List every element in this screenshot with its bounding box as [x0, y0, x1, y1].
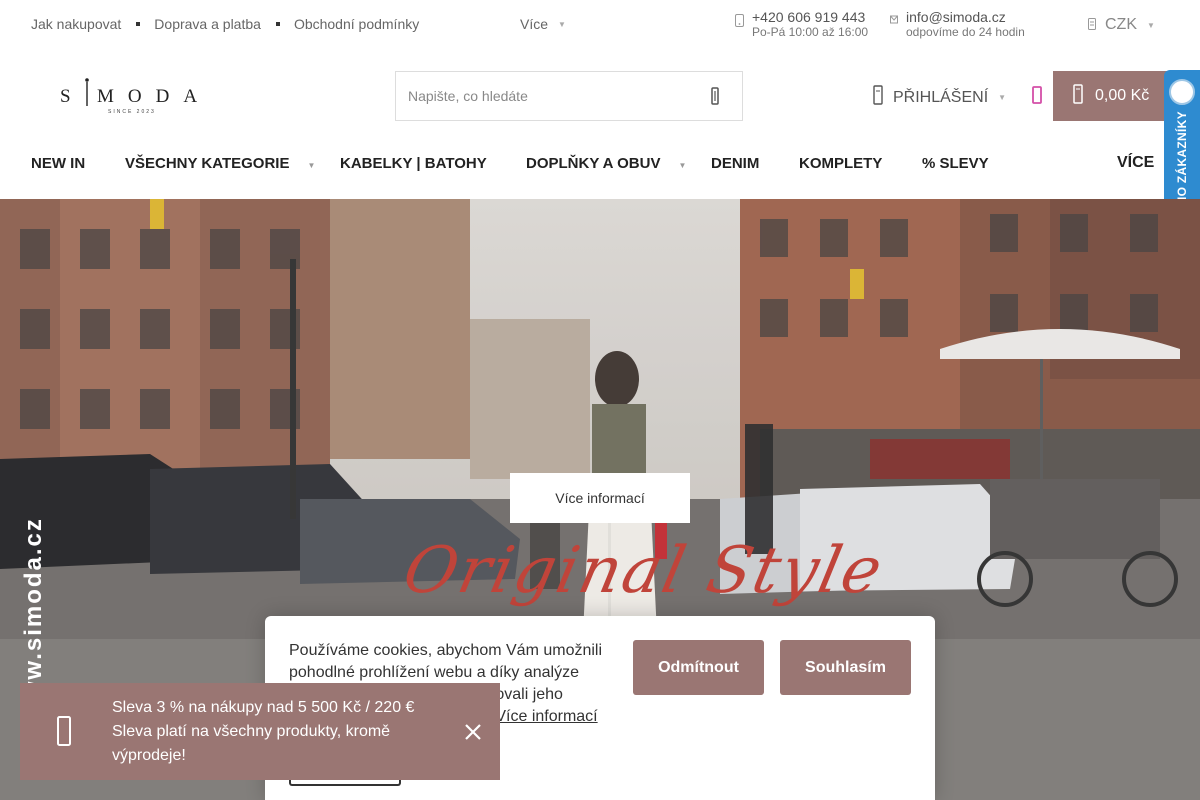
nav-item-sale[interactable]: % SLEVY: [922, 155, 989, 172]
top-link-shipping-payment[interactable]: Doprava a platba: [154, 16, 261, 32]
nav-item-label: KOMPLETY: [799, 155, 883, 172]
mail-icon: [890, 14, 898, 28]
top-more-label: Více: [520, 16, 549, 32]
discount-line-1: Sleva 3 % na nákupy nad 5 500 Kč / 220 €: [112, 699, 415, 716]
wishlist-icon[interactable]: [1030, 85, 1044, 110]
search-input[interactable]: [396, 72, 686, 120]
cart-total: 0,00 Kč: [1095, 87, 1150, 104]
top-link-terms[interactable]: Obchodní podmínky: [294, 16, 419, 32]
phone-hours: Po-Pá 10:00 až 16:00: [752, 25, 869, 39]
nav-item-sets[interactable]: KOMPLETY: [799, 155, 882, 172]
top-link-how-to-shop[interactable]: Jak nakupovat: [31, 16, 121, 32]
nav-item-label: KABELKY | BATOHY: [340, 155, 487, 172]
chevron-down-icon: ▼: [558, 19, 566, 29]
email-address[interactable]: info@simoda.cz: [906, 10, 1025, 25]
cart-icon: [1073, 83, 1083, 109]
main-navigation: NEW IN VŠECHNY KATEGORIE ▼ KABELKY | BATO…: [0, 140, 1200, 184]
nav-item-label: % SLEVY: [922, 155, 989, 172]
user-icon: [873, 85, 883, 110]
cart-button[interactable]: 0,00 Kč: [1053, 71, 1173, 121]
nav-item-all-categories[interactable]: VŠECHNY KATEGORIE ▼: [125, 155, 315, 172]
top-more-menu[interactable]: Více ▼: [520, 16, 566, 32]
nav-item-label: DOPLŇKY A OBUV: [526, 155, 661, 172]
link-separator: [136, 22, 141, 26]
search-icon[interactable]: [706, 87, 724, 105]
nav-item-label: DENIM: [711, 155, 760, 172]
top-links: Jak nakupovat Doprava a platba Obchodní …: [31, 16, 419, 32]
chevron-down-icon: ▼: [1147, 20, 1155, 30]
nav-more-button[interactable]: VÍCE: [1117, 154, 1154, 172]
nav-item-label: NEW IN: [31, 155, 86, 172]
phone-number[interactable]: +420 606 919 443: [752, 10, 868, 25]
svg-text:MODA: MODA: [97, 86, 205, 107]
search-box: [395, 71, 743, 121]
nav-item-new-in[interactable]: NEW IN: [31, 155, 85, 172]
close-icon[interactable]: [464, 723, 482, 741]
email-note: odpovíme do 24 hodin: [906, 25, 1025, 39]
phone-contact[interactable]: +420 606 919 443 Po-Pá 10:00 až 16:00: [735, 10, 868, 40]
chevron-down-icon: ▼: [678, 161, 687, 170]
gift-icon: [50, 713, 78, 749]
link-separator: [275, 22, 280, 26]
svg-text:SINCE 2023: SINCE 2023: [108, 109, 156, 115]
simoda-logo[interactable]: S MODA SINCE 2023: [60, 76, 205, 116]
phone-icon: [735, 14, 744, 30]
heureka-seal-icon: [1169, 79, 1195, 105]
currency-icon: [1088, 17, 1096, 33]
hero-more-info-button[interactable]: Více informací: [510, 473, 690, 523]
login-button[interactable]: PŘIHLÁŠENÍ ▼: [873, 85, 1006, 110]
login-label: PŘIHLÁŠENÍ: [893, 88, 989, 106]
cookie-accept-button[interactable]: Souhlasím: [780, 640, 911, 695]
chevron-down-icon: ▼: [307, 161, 316, 170]
currency-selector[interactable]: CZK ▼: [1088, 16, 1155, 34]
chevron-down-icon: ▼: [998, 93, 1007, 102]
hero-script-headline: Original Style: [397, 534, 891, 608]
currency-label: CZK: [1105, 16, 1137, 33]
discount-message: Sleva 3 % na nákupy nad 5 500 Kč / 220 €…: [112, 696, 442, 768]
cookie-more-info-link[interactable]: Více informací: [495, 708, 597, 725]
top-utility-bar: Jak nakupovat Doprava a platba Obchodní …: [0, 0, 1200, 48]
nav-item-label: VŠECHNY KATEGORIE: [125, 155, 290, 172]
nav-item-denim[interactable]: DENIM: [711, 155, 759, 172]
nav-item-bags-backpacks[interactable]: KABELKY | BATOHY: [340, 155, 487, 172]
email-contact[interactable]: info@simoda.cz odpovíme do 24 hodin: [890, 10, 1025, 40]
discount-notification: Sleva 3 % na nákupy nad 5 500 Kč / 220 €…: [20, 683, 500, 780]
discount-line-2: Sleva platí na všechny produkty, kromě v…: [112, 723, 391, 764]
cookie-decline-button[interactable]: Odmítnout: [633, 640, 764, 695]
nav-item-accessories-shoes[interactable]: DOPLŇKY A OBUV ▼: [526, 155, 686, 172]
svg-text:S: S: [60, 86, 72, 107]
